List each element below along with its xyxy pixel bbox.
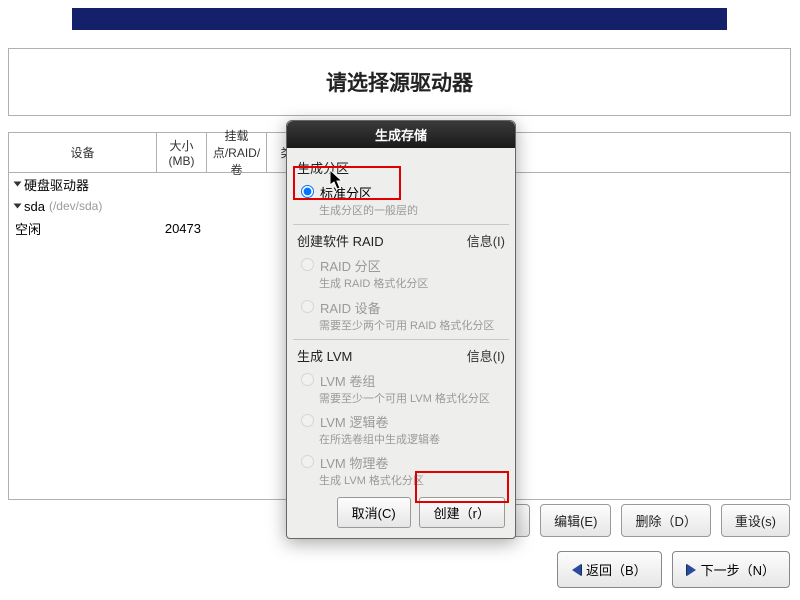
dialog-create-button[interactable]: 创建（r） — [419, 497, 505, 528]
radio-label: LVM 物理卷 — [320, 453, 388, 472]
top-banner — [72, 8, 727, 30]
option-hint: 需要至少两个可用 RAID 格式化分区 — [319, 319, 505, 333]
row-size: 20473 — [157, 221, 207, 236]
radio-input — [301, 258, 314, 271]
option-hint: 需要至少一个可用 LVM 格式化分区 — [319, 392, 505, 406]
radio-label: RAID 分区 — [320, 256, 381, 275]
radio-lvm-pv: LVM 物理卷 — [301, 453, 505, 472]
radio-input — [301, 414, 314, 427]
option-hint: 生成 LVM 格式化分区 — [319, 474, 505, 488]
option-hint: 生成分区的一般层的 — [319, 204, 505, 218]
row-label: sda — [24, 199, 45, 214]
radio-input[interactable] — [301, 185, 314, 198]
edit-button[interactable]: 编辑(E) — [540, 504, 611, 537]
info-link[interactable]: 信息(I) — [467, 231, 505, 250]
row-label: 空闲 — [15, 219, 41, 238]
radio-lvm-vg: LVM 卷组 — [301, 371, 505, 390]
dialog-title: 生成存储 — [287, 121, 515, 148]
reset-button[interactable]: 重设(s) — [721, 504, 790, 537]
delete-button[interactable]: 删除（D） — [621, 504, 710, 537]
radio-raid-partition: RAID 分区 — [301, 256, 505, 275]
col-device: 设备 — [9, 133, 157, 172]
arrow-right-icon — [687, 564, 696, 576]
radio-label: 标准分区 — [320, 183, 372, 202]
radio-standard-partition[interactable]: 标准分区 — [301, 183, 505, 202]
nav-buttons: 返回（B） 下一步（N） — [557, 551, 790, 588]
page-title: 请选择源驱动器 — [8, 48, 791, 116]
col-size: 大小(MB) — [157, 133, 207, 172]
radio-raid-device: RAID 设备 — [301, 298, 505, 317]
radio-lvm-lv: LVM 逻辑卷 — [301, 412, 505, 431]
section-create-lvm: 生成 LVM 信息(I) — [297, 346, 505, 365]
next-label: 下一步（N） — [701, 560, 775, 579]
back-button[interactable]: 返回（B） — [557, 551, 662, 588]
radio-input — [301, 455, 314, 468]
option-hint: 生成 RAID 格式化分区 — [319, 277, 505, 291]
radio-label: RAID 设备 — [320, 298, 381, 317]
expand-icon[interactable] — [14, 204, 22, 209]
section-create-raid: 创建软件 RAID 信息(I) — [297, 231, 505, 250]
dialog-cancel-button[interactable]: 取消(C) — [337, 497, 411, 528]
row-subtext: (/dev/sda) — [49, 199, 102, 213]
arrow-left-icon — [572, 564, 581, 576]
row-label: 硬盘驱动器 — [24, 175, 89, 194]
radio-input — [301, 300, 314, 313]
info-link[interactable]: 信息(I) — [467, 346, 505, 365]
radio-label: LVM 卷组 — [320, 371, 375, 390]
section-create-partition: 生成分区 — [297, 158, 505, 177]
next-button[interactable]: 下一步（N） — [672, 551, 790, 588]
col-mount: 挂载点/RAID/卷 — [207, 133, 267, 172]
radio-label: LVM 逻辑卷 — [320, 412, 388, 431]
radio-input — [301, 373, 314, 386]
option-hint: 在所选卷组中生成逻辑卷 — [319, 433, 505, 447]
create-storage-dialog: 生成存储 生成分区 标准分区 生成分区的一般层的 创建软件 RAID 信息(I)… — [286, 120, 516, 539]
expand-icon[interactable] — [14, 182, 22, 187]
back-label: 返回（B） — [586, 560, 647, 579]
